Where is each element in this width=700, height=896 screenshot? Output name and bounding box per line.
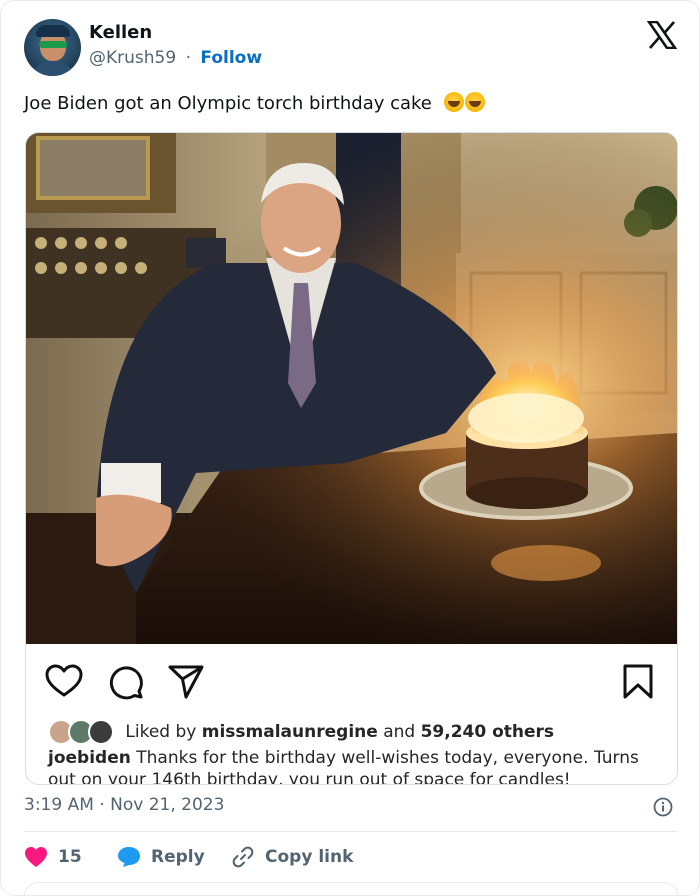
laughing-emoji-icon [443, 92, 464, 112]
author-handle[interactable]: @Krush59 [89, 48, 176, 68]
likes-prefix: Liked by [125, 722, 197, 742]
post-photo[interactable] [26, 133, 677, 644]
post-caption: joebiden Thanks for the birthday well-wi… [48, 747, 658, 785]
share-icon[interactable] [166, 662, 206, 702]
x-logo-icon[interactable] [647, 21, 677, 49]
author-handle-row: @Krush59 · Follow [89, 48, 262, 68]
copy-link-label: Copy link [265, 847, 354, 867]
tweet-card: Kellen @Krush59 · Follow Joe Biden got a… [0, 0, 700, 896]
handle-separator: · [185, 48, 191, 68]
bookmark-icon[interactable] [618, 662, 658, 702]
post-actions [26, 644, 677, 704]
liker-avatars [48, 719, 120, 745]
liker-avatar [88, 719, 114, 745]
tweet-time: 3:19 AM [24, 795, 94, 815]
next-card-edge [24, 882, 678, 896]
like-count: 15 [58, 847, 82, 867]
likes-row: Liked by missmalaunregine and 59,240 oth… [48, 719, 554, 749]
likes-middle: and [383, 722, 416, 742]
reply-label: Reply [151, 847, 205, 867]
heart-icon[interactable] [44, 662, 84, 702]
heart-filled-icon [25, 847, 47, 867]
tweet-body: Joe Biden got an Olympic torch birthday … [24, 93, 432, 114]
likes-count[interactable]: 59,240 others [421, 722, 554, 742]
laughing-emoji-icon [464, 92, 485, 112]
reply-button[interactable]: Reply [117, 842, 205, 872]
caption-username[interactable]: joebiden [48, 748, 131, 768]
reply-bubble-icon [118, 847, 140, 867]
copy-link-button[interactable]: Copy link [231, 842, 353, 872]
tweet-date: Nov 21, 2023 [110, 795, 225, 815]
time-separator: · [99, 795, 105, 815]
liker-username[interactable]: missmalaunregine [202, 722, 378, 742]
author-name[interactable]: Kellen [89, 22, 152, 43]
engagement-bar: 15 Reply Copy link [24, 842, 678, 872]
profile-avatar[interactable] [24, 19, 81, 76]
tweet-text: Joe Biden got an Olympic torch birthday … [24, 92, 485, 114]
comment-icon[interactable] [106, 662, 146, 702]
caption-text: Thanks for the birthday well-wishes toda… [48, 748, 639, 785]
divider [24, 831, 678, 832]
link-icon [232, 846, 254, 868]
instagram-embed[interactable]: Liked by missmalaunregine and 59,240 oth… [25, 132, 678, 785]
timestamp[interactable]: 3:19 AM · Nov 21, 2023 [24, 795, 224, 815]
info-icon[interactable] [653, 797, 673, 817]
follow-button[interactable]: Follow [200, 48, 262, 68]
like-button[interactable]: 15 [24, 842, 82, 872]
